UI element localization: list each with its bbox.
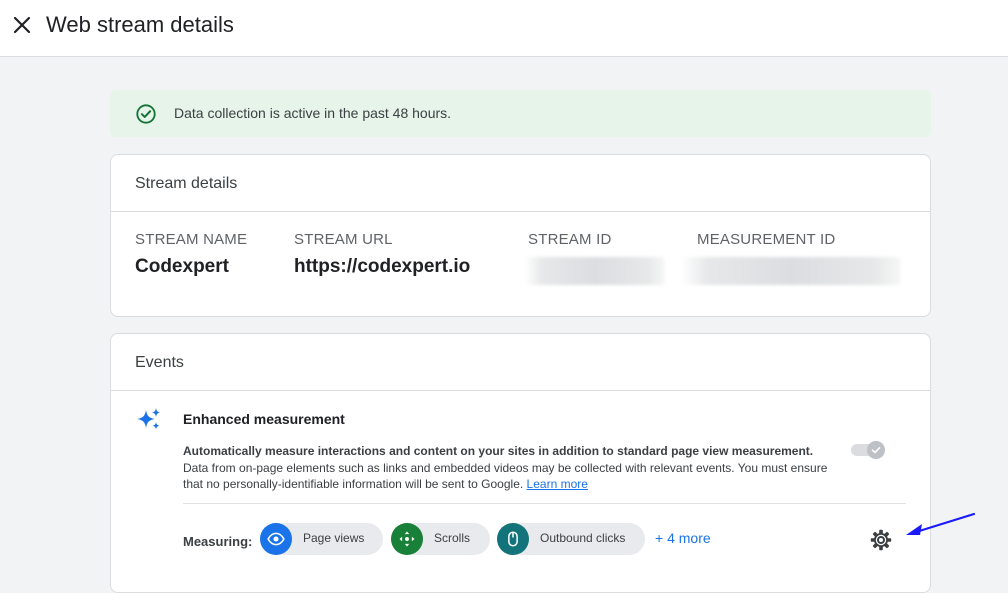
stream-url-column: STREAM URL https://codexpert.io <box>294 231 470 278</box>
measurement-id-label: MEASUREMENT ID <box>697 231 836 248</box>
gear-icon[interactable] <box>869 528 893 552</box>
stream-details-card: Stream details STREAM NAME Codexpert STR… <box>110 154 931 317</box>
chip-page-views-label: Page views <box>303 531 365 545</box>
check-circle-icon <box>136 104 156 124</box>
stream-name-value: Codexpert <box>135 256 229 277</box>
sparkle-icon <box>137 408 160 430</box>
divider <box>183 503 906 504</box>
stream-id-column: STREAM ID <box>528 231 611 248</box>
measuring-label: Measuring: <box>183 534 253 549</box>
enhanced-measurement-summary: Automatically measure interactions and c… <box>183 444 814 458</box>
enhanced-measurement-description-text: Data from on-page elements such as links… <box>183 461 828 491</box>
eye-icon <box>260 523 292 555</box>
events-card: Events Enhanced measurement Automaticall… <box>110 333 931 593</box>
status-banner-text: Data collection is active in the past 48… <box>174 105 452 121</box>
measurement-id-column: MEASUREMENT ID <box>697 231 835 248</box>
mouse-icon <box>497 523 529 555</box>
stream-name-column: STREAM NAME Codexpert <box>135 231 247 278</box>
chip-outbound-clicks[interactable]: Outbound clicks <box>497 523 645 555</box>
chip-scrolls-label: Scrolls <box>434 531 471 545</box>
stream-url-label: STREAM URL <box>294 231 393 248</box>
stream-id-label: STREAM ID <box>528 231 612 248</box>
measurement-id-redacted-value <box>681 257 901 285</box>
events-heading: Events <box>111 334 930 391</box>
status-banner: Data collection is active in the past 48… <box>110 90 931 137</box>
learn-more-link[interactable]: Learn more <box>527 477 588 491</box>
stream-url-value: https://codexpert.io <box>294 256 471 277</box>
top-bar: Web stream details <box>0 0 1008 57</box>
toggle-knob <box>867 441 885 459</box>
stream-id-redacted-value <box>525 257 665 285</box>
stream-name-label: STREAM NAME <box>135 231 248 248</box>
close-icon[interactable] <box>10 13 34 37</box>
chip-outbound-clicks-label: Outbound clicks <box>540 531 626 545</box>
chip-page-views[interactable]: Page views <box>260 523 383 555</box>
move-arrows-icon <box>391 523 423 555</box>
toggle-check-icon <box>871 447 881 454</box>
enhanced-measurement-title: Enhanced measurement <box>183 411 345 427</box>
stream-details-heading: Stream details <box>111 155 930 212</box>
enhanced-measurement-toggle[interactable] <box>849 439 887 461</box>
more-measurements-link[interactable]: + 4 more <box>655 530 711 546</box>
enhanced-measurement-description: Data from on-page elements such as links… <box>183 460 833 492</box>
chip-scrolls[interactable]: Scrolls <box>391 523 490 555</box>
page-title: Web stream details <box>46 12 234 37</box>
annotation-arrow-icon <box>906 512 976 535</box>
